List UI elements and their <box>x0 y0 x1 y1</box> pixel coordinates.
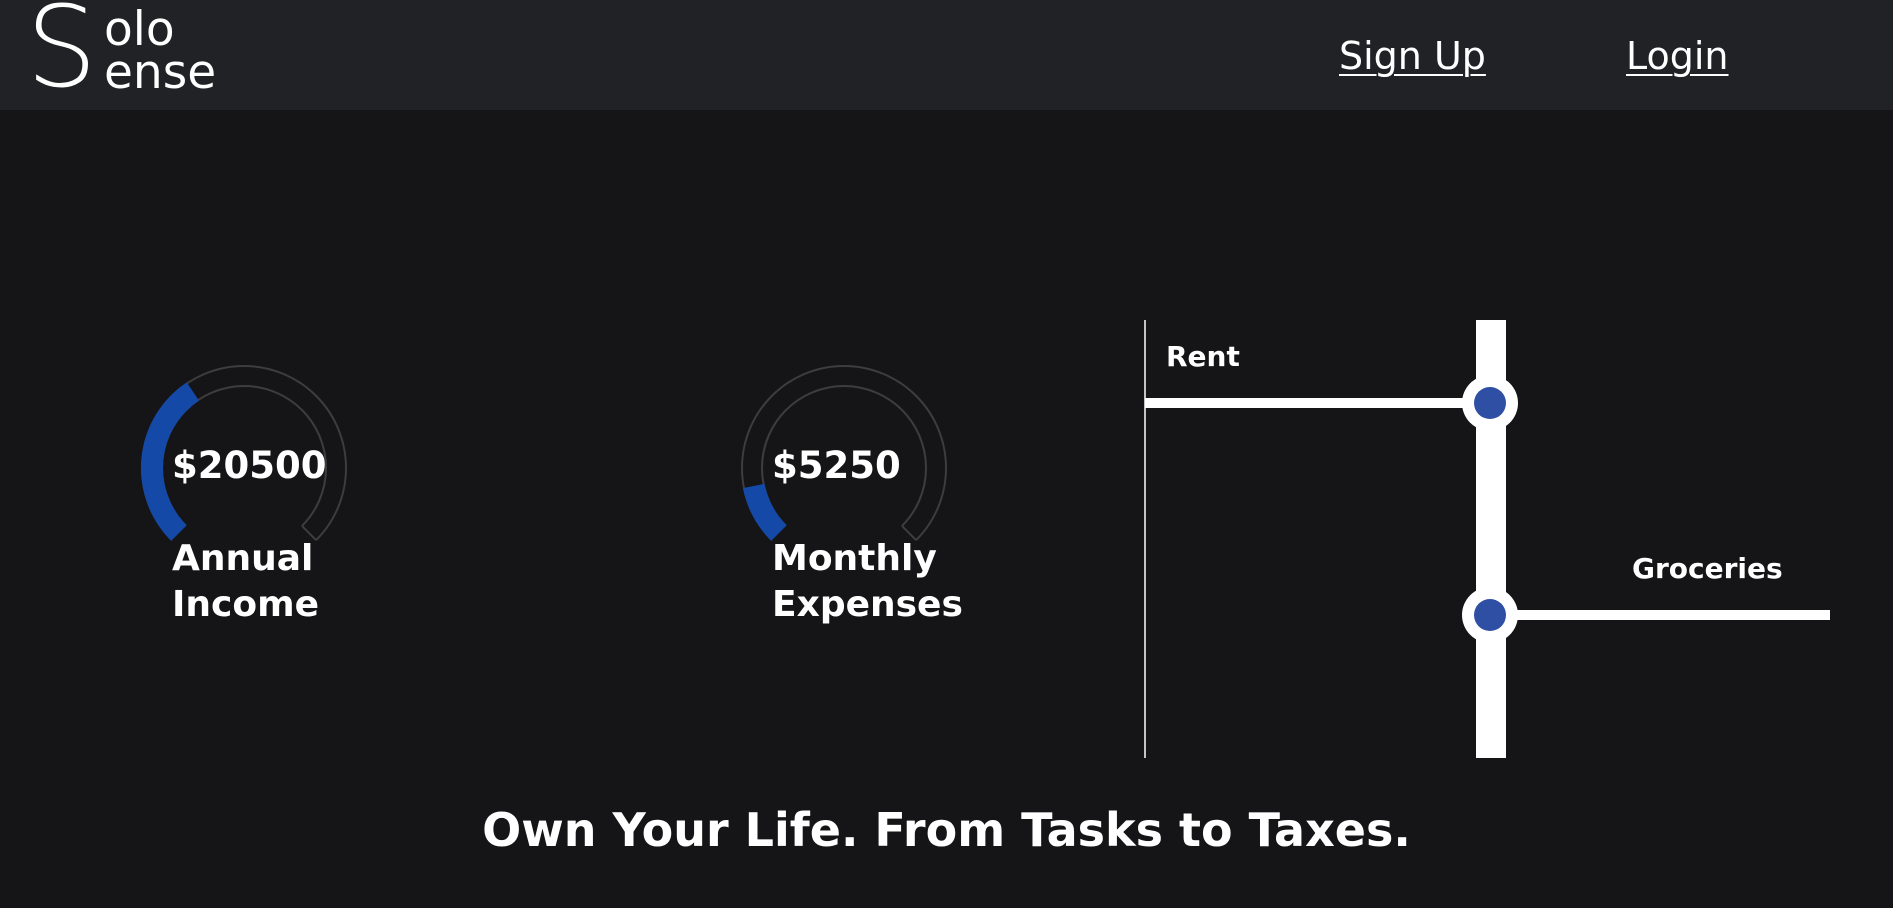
annual-income-value: $20500 <box>172 444 327 487</box>
groceries-node <box>1474 599 1506 631</box>
hero-section: $20500 Annual Income $5250 Monthly Expen… <box>0 110 1893 908</box>
monthly-expenses-gauge: $5250 Monthly Expenses <box>714 338 974 625</box>
rent-node <box>1474 387 1506 419</box>
monthly-expenses-label-line-1: Monthly <box>772 538 937 579</box>
tagline: Own Your Life. From Tasks to Taxes. <box>482 803 1411 857</box>
gauge-fill-arc <box>742 483 788 541</box>
logo-line-2: ense <box>104 45 217 100</box>
groceries-label: Groceries <box>1632 552 1783 585</box>
annual-income-label-line-1: Annual <box>172 538 314 579</box>
rent-label: Rent <box>1166 340 1240 373</box>
sign-up-link[interactable]: Sign Up <box>1339 34 1486 78</box>
monthly-expenses-value: $5250 <box>772 444 901 487</box>
logo[interactable]: S olo ense <box>26 0 226 108</box>
annual-income-gauge: $20500 Annual Income <box>114 338 374 625</box>
timeline-graphic <box>1144 320 1830 758</box>
groceries-branch-line <box>1500 610 1830 620</box>
expense-timeline-diagram: Rent Groceries <box>1140 320 1840 760</box>
rent-branch-line <box>1145 398 1480 408</box>
logo-initial: S <box>26 0 98 113</box>
navbar: S olo ense Sign Up Login <box>0 0 1893 110</box>
login-link[interactable]: Login <box>1626 34 1729 78</box>
monthly-expenses-label-line-2: Expenses <box>772 584 963 625</box>
annual-income-label-line-2: Income <box>172 584 320 625</box>
